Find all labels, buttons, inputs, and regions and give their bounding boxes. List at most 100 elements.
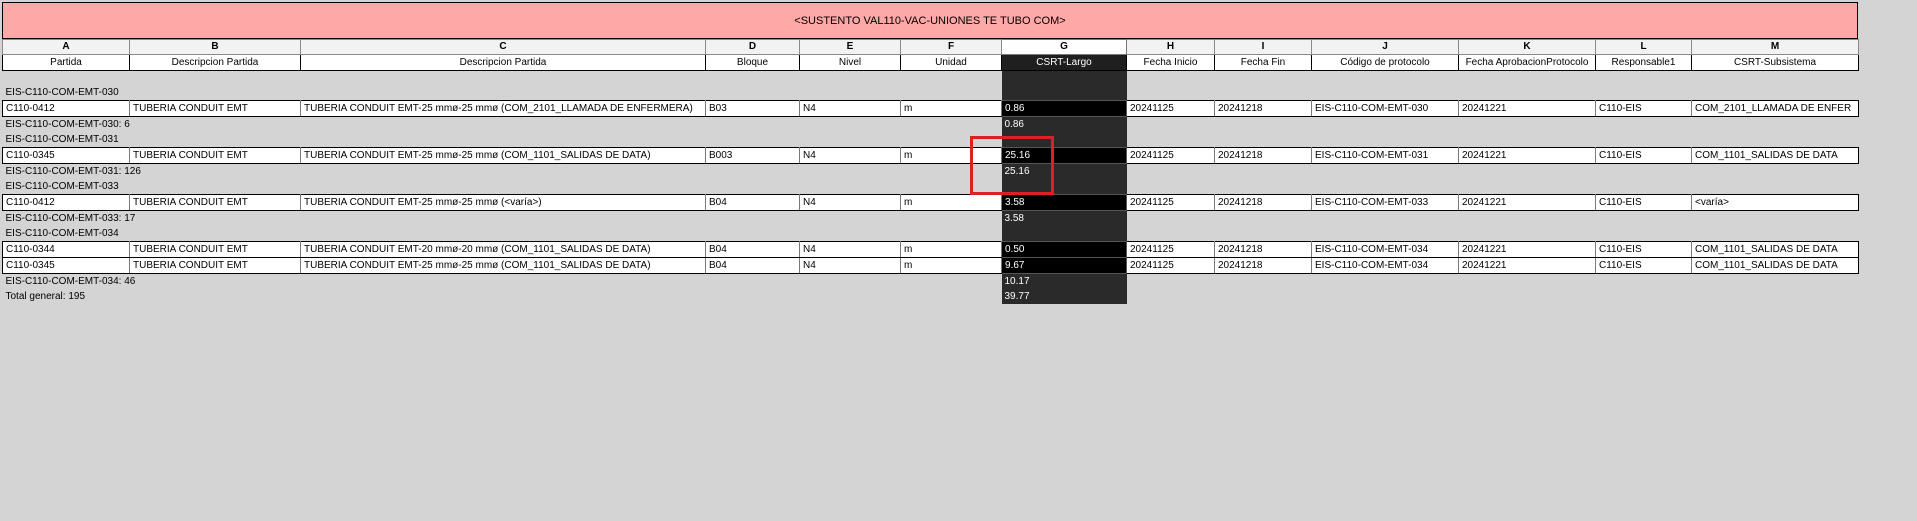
cell-a[interactable]: C110-0345 xyxy=(2,146,130,164)
column-letter-c[interactable]: C xyxy=(300,39,706,55)
cell-d[interactable]: B04 xyxy=(705,240,800,258)
cell-b[interactable]: TUBERIA CONDUIT EMT xyxy=(129,146,301,164)
cell-j[interactable]: EIS-C110-COM-EMT-034 xyxy=(1311,256,1459,274)
cell-h[interactable]: 20241125 xyxy=(1126,146,1215,164)
cell-b[interactable]: TUBERIA CONDUIT EMT xyxy=(129,193,301,211)
cell-a[interactable]: C110-0345 xyxy=(2,256,130,274)
cell-m[interactable]: COM_1101_SALIDAS DE DATA xyxy=(1691,256,1859,274)
cell-g[interactable]: 9.67 xyxy=(1001,256,1127,274)
cell-e[interactable]: N4 xyxy=(799,240,901,258)
cell-k[interactable]: 20241221 xyxy=(1458,240,1596,258)
cell-a[interactable]: C110-0412 xyxy=(2,99,130,117)
cell-m[interactable]: COM_2101_LLAMADA DE ENFER xyxy=(1691,99,1859,117)
cell-l[interactable]: C110-EIS xyxy=(1595,193,1692,211)
cell-h[interactable]: 20241125 xyxy=(1126,99,1215,117)
cell-f[interactable]: m xyxy=(900,193,1002,211)
column-letter-m[interactable]: M xyxy=(1691,39,1859,55)
cell-j[interactable]: EIS-C110-COM-EMT-034 xyxy=(1311,240,1459,258)
cell-l[interactable]: C110-EIS xyxy=(1595,240,1692,258)
cell-c[interactable]: TUBERIA CONDUIT EMT-25 mmø-25 mmø (<varí… xyxy=(300,193,706,211)
cell-b[interactable]: TUBERIA CONDUIT EMT xyxy=(129,240,301,258)
table-row: C110-0345 TUBERIA CONDUIT EMT TUBERIA COND… xyxy=(2,256,1859,274)
cell-m[interactable]: <varía> xyxy=(1691,193,1859,211)
cell-i[interactable]: 20241218 xyxy=(1214,146,1312,164)
cell-f[interactable]: m xyxy=(900,240,1002,258)
cell-d[interactable]: B04 xyxy=(705,193,800,211)
column-header-m[interactable]: CSRT-Subsistema xyxy=(1691,54,1859,71)
cell-d[interactable]: B003 xyxy=(705,146,800,164)
cell-j[interactable]: EIS-C110-COM-EMT-033 xyxy=(1311,193,1459,211)
cell-k[interactable]: 20241221 xyxy=(1458,256,1596,274)
cell-g[interactable]: 0.86 xyxy=(1001,99,1127,117)
column-letter-h[interactable]: H xyxy=(1126,39,1215,55)
cell-l[interactable]: C110-EIS xyxy=(1595,99,1692,117)
column-header-f[interactable]: Unidad xyxy=(900,54,1002,71)
empty-cell xyxy=(1001,84,1127,100)
cell-h[interactable]: 20241125 xyxy=(1126,256,1215,274)
cell-c[interactable]: TUBERIA CONDUIT EMT-20 mmø-20 mmø (COM_1… xyxy=(300,240,706,258)
cell-k[interactable]: 20241221 xyxy=(1458,193,1596,211)
cell-e[interactable]: N4 xyxy=(799,99,901,117)
cell-c[interactable]: TUBERIA CONDUIT EMT-25 mmø-25 mmø (COM_1… xyxy=(300,256,706,274)
cell-f[interactable]: m xyxy=(900,146,1002,164)
cell-a[interactable]: C110-0412 xyxy=(2,193,130,211)
cell-f[interactable]: m xyxy=(900,256,1002,274)
table-row: C110-0412 TUBERIA CONDUIT EMT TUBERIA COND… xyxy=(2,99,1859,117)
cell-l[interactable]: C110-EIS xyxy=(1595,256,1692,274)
schedule-title[interactable]: <SUSTENTO VAL110-VAC-UNIONES TE TUBO COM… xyxy=(2,2,1858,39)
column-letter-a[interactable]: A xyxy=(2,39,130,55)
column-letter-l[interactable]: L xyxy=(1595,39,1692,55)
column-header-b[interactable]: Descripcion Partida xyxy=(129,54,301,71)
cell-c[interactable]: TUBERIA CONDUIT EMT-25 mmø-25 mmø (COM_2… xyxy=(300,99,706,117)
column-header-e[interactable]: Nivel xyxy=(799,54,901,71)
column-header-l[interactable]: Responsable1 xyxy=(1595,54,1692,71)
cell-l[interactable]: C110-EIS xyxy=(1595,146,1692,164)
column-letter-i[interactable]: I xyxy=(1214,39,1312,55)
group-header-row: EIS-C110-COM-EMT-034 xyxy=(3,225,1859,241)
group-label: EIS-C110-COM-EMT-034 xyxy=(5,227,119,239)
column-header-a[interactable]: Partida xyxy=(2,54,130,71)
cell-e[interactable]: N4 xyxy=(799,193,901,211)
subtotal-value: 10.17 xyxy=(1001,273,1127,289)
cell-c[interactable]: TUBERIA CONDUIT EMT-25 mmø-25 mmø (COM_1… xyxy=(300,146,706,164)
cell-d[interactable]: B03 xyxy=(705,99,800,117)
cell-k[interactable]: 20241221 xyxy=(1458,146,1596,164)
column-header-k[interactable]: Fecha AprobacionProtocolo xyxy=(1458,54,1596,71)
column-header-d[interactable]: Bloque xyxy=(705,54,800,71)
cell-b[interactable]: TUBERIA CONDUIT EMT xyxy=(129,99,301,117)
cell-a[interactable]: C110-0344 xyxy=(2,240,130,258)
cell-h[interactable]: 20241125 xyxy=(1126,240,1215,258)
column-letter-b[interactable]: B xyxy=(129,39,301,55)
cell-m[interactable]: COM_1101_SALIDAS DE DATA xyxy=(1691,146,1859,164)
column-header-c[interactable]: Descripcion Partida xyxy=(300,54,706,71)
column-letter-k[interactable]: K xyxy=(1458,39,1596,55)
column-letter-d[interactable]: D xyxy=(705,39,800,55)
cell-k[interactable]: 20241221 xyxy=(1458,99,1596,117)
column-letter-g[interactable]: G xyxy=(1001,39,1127,55)
column-header-j[interactable]: Código de protocolo xyxy=(1311,54,1459,71)
cell-j[interactable]: EIS-C110-COM-EMT-030 xyxy=(1311,99,1459,117)
cell-i[interactable]: 20241218 xyxy=(1214,193,1312,211)
group-label: EIS-C110-COM-EMT-030 xyxy=(5,86,119,98)
cell-g[interactable]: 25.16 xyxy=(1001,146,1127,164)
cell-e[interactable]: N4 xyxy=(799,146,901,164)
column-letter-j[interactable]: J xyxy=(1311,39,1459,55)
cell-b[interactable]: TUBERIA CONDUIT EMT xyxy=(129,256,301,274)
cell-d[interactable]: B04 xyxy=(705,256,800,274)
cell-i[interactable]: 20241218 xyxy=(1214,256,1312,274)
cell-j[interactable]: EIS-C110-COM-EMT-031 xyxy=(1311,146,1459,164)
cell-m[interactable]: COM_1101_SALIDAS DE DATA xyxy=(1691,240,1859,258)
schedule-table: ABCDEFGHIJKLM Partida Descripcion Partida… xyxy=(2,39,1859,304)
cell-h[interactable]: 20241125 xyxy=(1126,193,1215,211)
cell-i[interactable]: 20241218 xyxy=(1214,240,1312,258)
cell-g[interactable]: 0.50 xyxy=(1001,240,1127,258)
column-header-h[interactable]: Fecha Inicio xyxy=(1126,54,1215,71)
cell-e[interactable]: N4 xyxy=(799,256,901,274)
cell-f[interactable]: m xyxy=(900,99,1002,117)
column-header-g[interactable]: CSRT-Largo xyxy=(1001,54,1127,71)
cell-i[interactable]: 20241218 xyxy=(1214,99,1312,117)
column-header-i[interactable]: Fecha Fin xyxy=(1214,54,1312,71)
column-letter-e[interactable]: E xyxy=(799,39,901,55)
cell-g[interactable]: 3.58 xyxy=(1001,193,1127,211)
column-letter-f[interactable]: F xyxy=(900,39,1002,55)
